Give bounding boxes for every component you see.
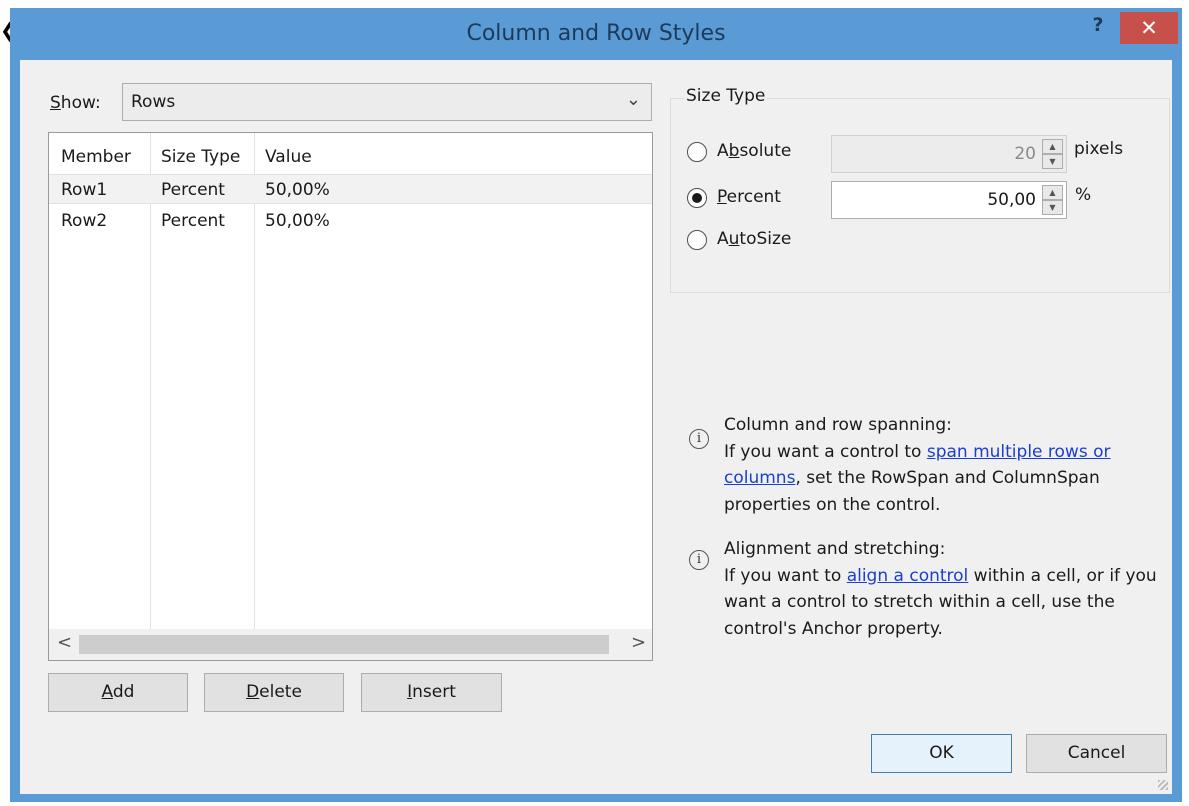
pixels-down-arrow-icon: ▼ — [1042, 154, 1063, 169]
alignment-title: Alignment and stretching: — [724, 539, 946, 559]
radio-selected-dot — [692, 193, 702, 203]
scrollbar-thumb[interactable] — [79, 635, 609, 654]
member-grid[interactable]: Member Size Type Value Row1 Percent 50,0… — [48, 132, 653, 661]
pixels-spinner: 20 ▲ ▼ — [831, 135, 1067, 173]
cancel-button[interactable]: Cancel — [1026, 734, 1167, 773]
column-header-member[interactable]: Member — [61, 147, 131, 167]
cell-size-type: Percent — [161, 180, 225, 200]
chevron-down-icon: ⌄ — [625, 89, 641, 110]
percent-value[interactable]: 50,00 — [987, 190, 1036, 210]
cell-size-type: Percent — [161, 211, 225, 231]
percent-label[interactable]: Percent — [717, 187, 781, 207]
cell-member: Row2 — [61, 211, 108, 231]
title-bar[interactable]: Column and Row Styles ? ✕ — [10, 8, 1182, 60]
table-row[interactable]: Row1 Percent 50,00% — [49, 174, 652, 204]
info-icon: i — [689, 550, 709, 570]
scroll-right-button[interactable]: > — [631, 632, 646, 653]
show-dropdown-value: Rows — [131, 92, 176, 112]
scroll-left-button[interactable]: < — [57, 632, 72, 653]
percent-radio[interactable] — [687, 188, 707, 208]
dialog-title: Column and Row Styles — [466, 21, 726, 46]
help-button[interactable]: ? — [1083, 14, 1113, 46]
cell-value: 50,00% — [265, 180, 330, 200]
cell-member: Row1 — [61, 180, 108, 200]
delete-button[interactable]: Delete — [204, 673, 344, 712]
ok-button[interactable]: OK — [871, 734, 1012, 773]
pixels-value: 20 — [1014, 144, 1036, 164]
column-header-value[interactable]: Value — [265, 147, 312, 167]
pixels-up-arrow-icon: ▲ — [1042, 139, 1063, 154]
alignment-text-start: If you want to — [724, 565, 847, 586]
add-button[interactable]: Add — [48, 673, 188, 712]
show-dropdown[interactable]: Rows ⌄ — [122, 83, 652, 121]
pixels-unit: pixels — [1074, 139, 1124, 159]
autosize-radio[interactable] — [687, 230, 707, 250]
column-header-size-type[interactable]: Size Type — [161, 147, 240, 167]
insert-button[interactable]: Insert — [361, 673, 502, 712]
autosize-label[interactable]: AutoSize — [717, 229, 791, 249]
absolute-label[interactable]: Absolute — [717, 141, 791, 161]
cell-value: 50,00% — [265, 211, 330, 231]
alignment-info: Alignment and stretching: If you want to… — [724, 536, 1174, 642]
info-icon: i — [689, 429, 709, 449]
close-button[interactable]: ✕ — [1120, 12, 1178, 44]
align-control-link[interactable]: align a control — [847, 566, 969, 586]
percent-down-arrow-icon[interactable]: ▼ — [1042, 200, 1063, 215]
show-label: Show: — [50, 93, 101, 113]
percent-up-arrow-icon[interactable]: ▲ — [1042, 185, 1063, 200]
horizontal-scrollbar[interactable]: < > — [49, 629, 652, 660]
size-type-title: Size Type — [684, 86, 768, 106]
table-row[interactable]: Row2 Percent 50,00% — [49, 206, 652, 236]
spanning-text-start: If you want a control to — [724, 441, 927, 462]
resize-grip-icon[interactable] — [1158, 780, 1168, 790]
absolute-radio[interactable] — [687, 142, 707, 162]
dialog-content: Show: Rows ⌄ Member Size Type Value Row1… — [20, 60, 1172, 794]
spanning-title: Column and row spanning: — [724, 415, 952, 435]
percent-spinner[interactable]: 50,00 ▲ ▼ — [831, 181, 1067, 219]
percent-unit: % — [1075, 185, 1092, 205]
column-row-styles-dialog: Column and Row Styles ? ✕ Show: Rows ⌄ M… — [10, 8, 1182, 802]
spanning-info: Column and row spanning: If you want a c… — [724, 412, 1174, 518]
